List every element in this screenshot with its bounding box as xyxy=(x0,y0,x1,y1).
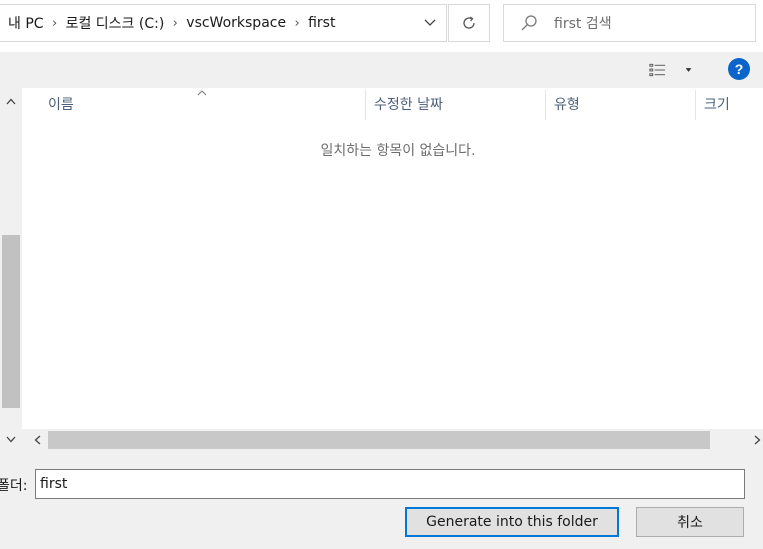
address-history-chevron-down-icon[interactable] xyxy=(412,4,447,42)
breadcrumb[interactable]: 내 PC › 로컬 디스크 (C:) › vscWorkspace › firs… xyxy=(0,4,447,42)
generate-into-folder-button[interactable]: Generate into this folder xyxy=(405,507,619,537)
search-placeholder[interactable]: first 검색 xyxy=(554,13,612,33)
breadcrumb-chevron-icon[interactable]: › xyxy=(44,16,66,31)
column-header-date-modified[interactable]: 수정한 날짜 xyxy=(366,88,545,120)
view-toolbar: ? xyxy=(0,52,763,88)
breadcrumb-item-first[interactable]: first xyxy=(308,15,335,31)
scroll-down-arrow-icon[interactable] xyxy=(0,428,22,450)
column-header-name[interactable]: 이름 xyxy=(40,88,365,120)
change-view-button[interactable] xyxy=(648,60,696,80)
file-list[interactable]: 이름 수정한 날짜 유형 크기 일치하는 항목이 없습니다. xyxy=(0,88,763,451)
scroll-up-arrow-icon[interactable] xyxy=(0,90,22,112)
scroll-left-arrow-icon[interactable] xyxy=(26,429,48,451)
scrollbar-thumb[interactable] xyxy=(48,431,710,449)
folder-label: 폴더: xyxy=(0,478,28,494)
caret-down-icon[interactable] xyxy=(681,62,696,78)
column-header-row: 이름 수정한 날짜 유형 크기 xyxy=(22,88,763,120)
scrollbar-thumb[interactable] xyxy=(2,235,20,408)
breadcrumb-item-vscworkspace[interactable]: vscWorkspace xyxy=(186,15,286,31)
help-icon[interactable]: ? xyxy=(728,58,750,80)
horizontal-scrollbar[interactable] xyxy=(22,429,763,451)
refresh-button[interactable] xyxy=(448,4,490,42)
column-header-type[interactable]: 유형 xyxy=(546,88,695,120)
breadcrumb-item-local-disk[interactable]: 로컬 디스크 (C:) xyxy=(66,13,165,33)
refresh-icon xyxy=(463,16,475,29)
empty-folder-message: 일치하는 항목이 없습니다. xyxy=(320,143,476,159)
search-box[interactable]: first 검색 xyxy=(503,4,756,42)
navigation-pane-scrollbar[interactable] xyxy=(0,88,22,451)
dialog-footer: 폴더: Generate into this folder 취소 xyxy=(0,451,763,549)
details-view-icon xyxy=(649,63,666,77)
address-toolbar: 내 PC › 로컬 디스크 (C:) › vscWorkspace › firs… xyxy=(0,0,763,52)
column-header-size[interactable]: 크기 xyxy=(696,88,763,120)
breadcrumb-item-this-pc[interactable]: 내 PC xyxy=(8,13,44,33)
folder-name-field[interactable] xyxy=(35,469,745,499)
scroll-right-arrow-icon[interactable] xyxy=(746,429,763,451)
breadcrumb-chevron-icon[interactable]: › xyxy=(164,16,186,31)
cancel-button[interactable]: 취소 xyxy=(636,507,744,537)
breadcrumb-chevron-icon[interactable]: › xyxy=(286,16,308,31)
search-icon xyxy=(521,15,537,31)
